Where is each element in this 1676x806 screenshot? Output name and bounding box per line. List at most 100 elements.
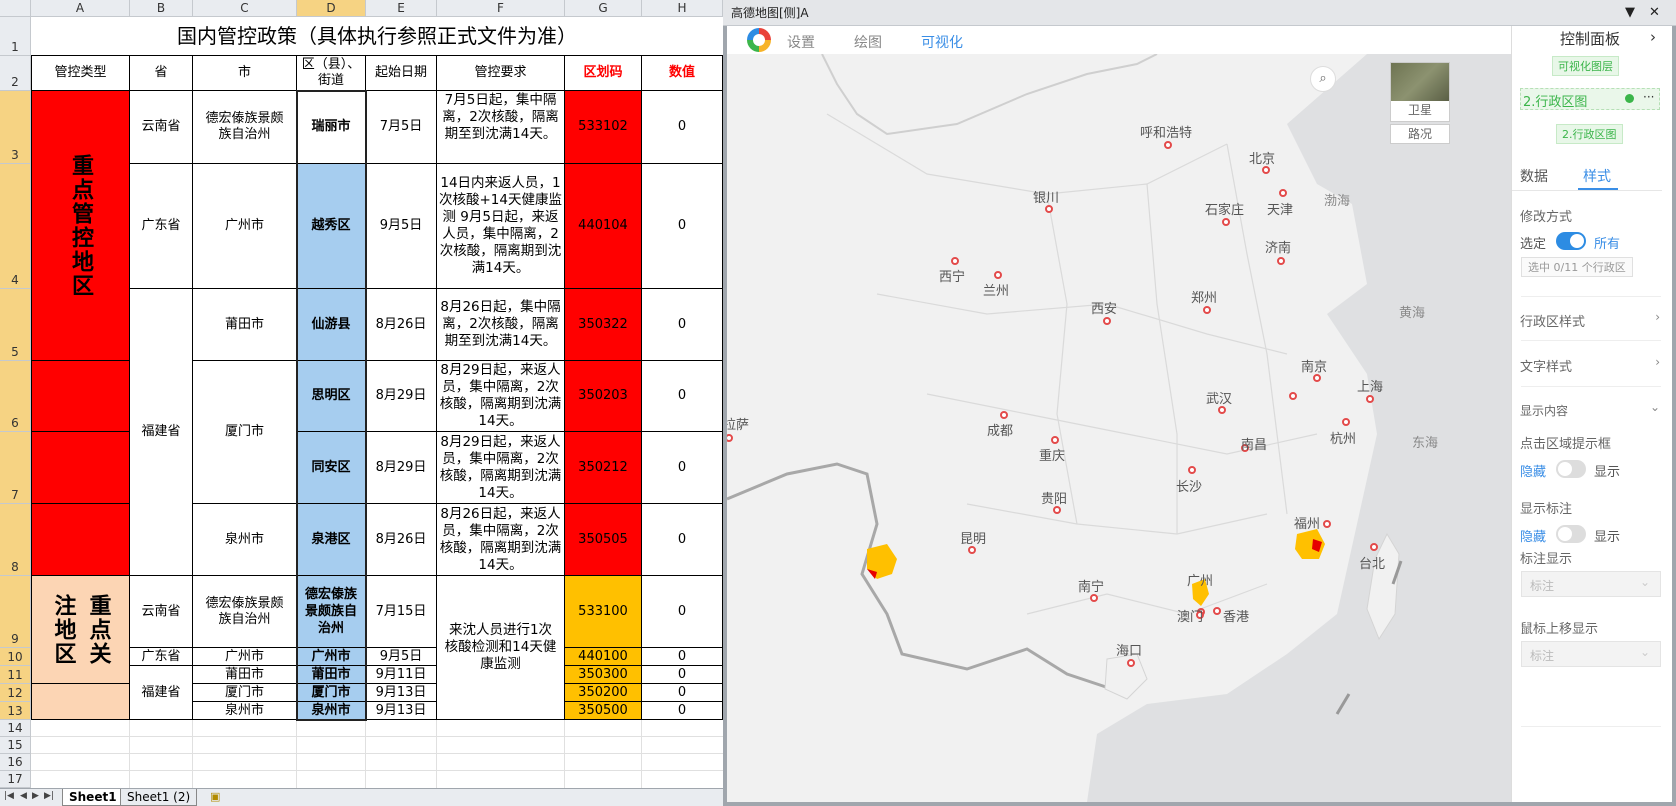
city-label[interactable]: 北京 [1249,148,1275,167]
city-dot[interactable] [1323,520,1331,528]
col-header-b[interactable]: B [130,0,193,17]
city-dot[interactable] [1000,411,1008,419]
modify-mode-toggle[interactable] [1556,232,1586,250]
r12-value[interactable]: 0 [642,684,723,702]
city-dot[interactable] [1342,418,1350,426]
group-watch-fill-13[interactable] [31,702,130,720]
show-label-show[interactable]: 显示 [1594,526,1620,545]
row-header-1[interactable]: 1 [0,17,31,56]
r11-date[interactable]: 9月11日 [366,666,437,684]
r11-value[interactable]: 0 [642,666,723,684]
col-header-c[interactable]: C [193,0,297,17]
r13-district[interactable]: 泉州市 [297,702,366,720]
row-header-3[interactable]: 3 [0,91,31,164]
r4-district[interactable]: 越秀区 [297,164,366,289]
city-dot[interactable] [1103,317,1111,325]
row-header-5[interactable]: 5 [0,289,31,361]
city-label[interactable]: 杭州 [1330,428,1356,447]
row-header-10[interactable]: 10 [0,648,31,666]
city-dot[interactable] [1222,218,1230,226]
r5-date[interactable]: 8月26日 [366,289,437,361]
click-tip-toggle[interactable] [1556,460,1586,478]
city-label[interactable]: 西宁 [939,266,965,285]
city-dot[interactable] [968,546,976,554]
click-tip-hide[interactable]: 隐藏 [1520,461,1546,480]
first-sheet-icon[interactable]: |◀ [4,791,14,801]
group-watch-fill-12[interactable] [31,684,130,702]
row-header-14[interactable]: 14 [0,720,31,737]
city-label[interactable]: 武汉 [1206,388,1232,407]
group-key-fill-8[interactable] [31,504,130,576]
display-content-row[interactable]: 显示内容 [1520,402,1568,419]
city-label[interactable]: 郑州 [1191,287,1217,306]
r8-code[interactable]: 350505 [565,504,642,576]
city-label[interactable]: 南昌 [1241,434,1267,453]
r3-province[interactable]: 云南省 [130,91,193,164]
layer-item-admin-map[interactable]: 2.行政区图 ··· [1520,88,1660,110]
r4-value[interactable]: 0 [642,164,723,289]
label-display-select[interactable]: 标注 ⌄ [1521,571,1661,597]
city-label[interactable]: 南宁 [1078,576,1104,595]
r8-city[interactable]: 泉州市 [193,504,297,576]
row-header-17[interactable]: 17 [0,771,31,788]
city-label[interactable]: 海口 [1116,640,1142,659]
header-district[interactable]: 区（县）、街道 [297,56,366,91]
new-sheet-icon[interactable]: ▣ [210,790,220,803]
row-header-2[interactable]: 2 [0,56,31,91]
tab-sheet1-copy[interactable]: Sheet1 (2) [120,789,198,806]
r10-city[interactable]: 广州市 [193,648,297,666]
r8-date[interactable]: 8月26日 [366,504,437,576]
r6-requirement[interactable]: 8月29日起，来返人员，集中隔离，2次核酸，隔离期到沈满14天。 [437,361,565,432]
city-label[interactable]: 济南 [1265,237,1291,256]
r7-date[interactable]: 8月29日 [366,432,437,504]
prev-sheet-icon[interactable]: ◀ [20,791,27,801]
group-key-fill-6[interactable] [31,361,130,432]
r10-province[interactable]: 广东省 [130,648,193,666]
row-header-16[interactable]: 16 [0,754,31,771]
r8-district[interactable]: 泉港区 [297,504,366,576]
r12-code[interactable]: 350200 [565,684,642,702]
r4-date[interactable]: 9月5日 [366,164,437,289]
r11-district[interactable]: 莆田市 [297,666,366,684]
map-window-titlebar[interactable]: 高德地图[侧]A ▼ ✕ [723,0,1676,26]
close-icon[interactable]: ✕ [1649,0,1660,26]
city-label[interactable]: 成都 [987,420,1013,439]
corner-cell[interactable] [0,0,31,17]
city-label[interactable]: 福州 [1294,513,1320,532]
r4-requirement[interactable]: 14日内来返人员，1次核酸+14天健康监测 9月5日起，来返人员，集中隔离，2次… [437,164,565,289]
dropdown-icon[interactable]: ▼ [1625,0,1635,26]
panel-collapse-icon[interactable]: › [1650,28,1656,46]
last-sheet-icon[interactable]: ▶| [44,791,54,801]
city-label[interactable]: 台北 [1359,553,1385,572]
r4-city[interactable]: 广州市 [193,164,297,289]
visibility-icon[interactable] [1625,94,1634,103]
r8-value[interactable]: 0 [642,504,723,576]
city-label[interactable]: 银川 [1033,187,1059,206]
app-logo-icon[interactable] [747,28,771,52]
r5-value[interactable]: 0 [642,289,723,361]
r7-requirement[interactable]: 8月29日起，来返人员，集中隔离，2次核酸，隔离期到沈满14天。 [437,432,565,504]
col-header-g[interactable]: G [565,0,642,17]
city-dot[interactable] [1313,374,1321,382]
traffic-layer-button[interactable]: 路况 [1390,124,1450,144]
city-label[interactable]: 南京 [1301,356,1327,375]
r7-code[interactable]: 350212 [565,432,642,504]
map-search-button[interactable]: ⌕ [1310,66,1336,92]
fujian-province[interactable]: 福建省 [130,289,193,576]
layer-tag-visualization[interactable]: 可视化图层 [1552,56,1619,76]
r9-date[interactable]: 7月15日 [366,576,437,648]
r10-date[interactable]: 9月5日 [366,648,437,666]
r10-district[interactable]: 广州市 [297,648,366,666]
r10-code[interactable]: 440100 [565,648,642,666]
r3-district[interactable]: 瑞丽市 [297,91,366,164]
row-header-7[interactable]: 7 [0,432,31,504]
row-header-8[interactable]: 8 [0,504,31,576]
r6-value[interactable]: 0 [642,361,723,432]
header-province[interactable]: 省 [130,56,193,91]
city-label[interactable]: 呼和浩特 [1140,122,1192,141]
r11-city[interactable]: 莆田市 [193,666,297,684]
header-start-date[interactable]: 起始日期 [366,56,437,91]
col-header-h[interactable]: H [642,0,723,17]
r6-date[interactable]: 8月29日 [366,361,437,432]
city-label[interactable]: 香港 [1223,606,1249,625]
